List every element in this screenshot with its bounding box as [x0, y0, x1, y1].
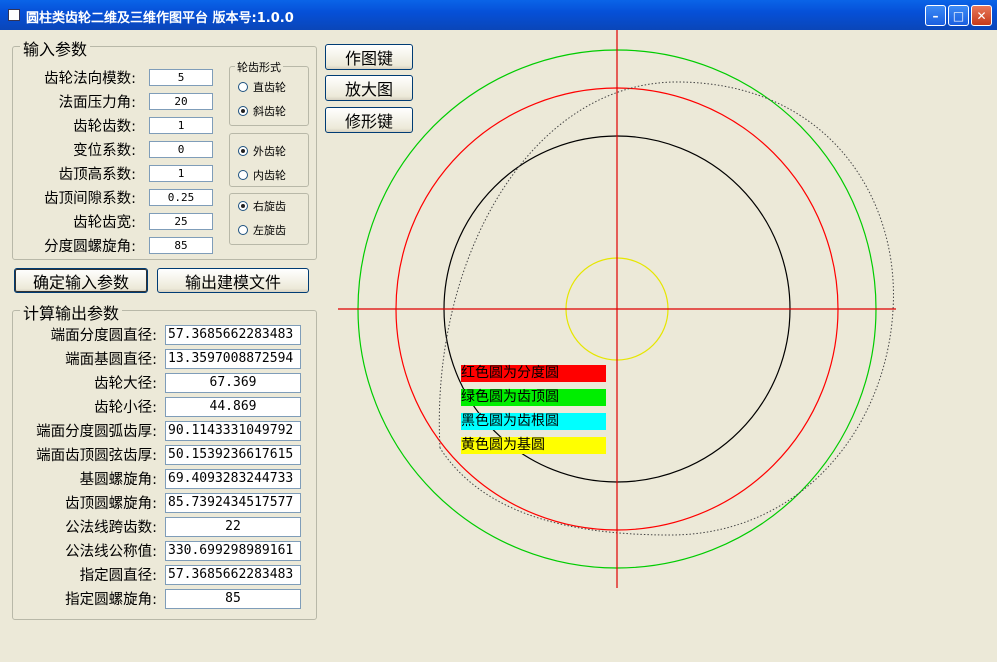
- input-field[interactable]: 20: [149, 93, 213, 110]
- minimize-button[interactable]: –: [925, 5, 946, 26]
- title-bar[interactable]: 圆柱类齿轮二维及三维作图平台 版本号:1.0.0 – □ ✕: [0, 0, 997, 30]
- radio-label: 斜齿轮: [253, 105, 286, 118]
- input-label: 齿顶高系数:: [58, 167, 136, 183]
- input-field[interactable]: 1: [149, 165, 213, 182]
- output-label: 公法线跨齿数:: [65, 520, 157, 536]
- radio-spur-gear[interactable]: 直齿轮: [238, 79, 286, 95]
- output-field[interactable]: 90.1143331049792: [165, 421, 301, 441]
- confirm-params-button[interactable]: 确定输入参数: [14, 268, 148, 293]
- output-field[interactable]: 44.869: [165, 397, 301, 417]
- input-field[interactable]: 0: [149, 141, 213, 158]
- output-label: 齿顶圆螺旋角:: [65, 496, 157, 512]
- radio-label: 内齿轮: [253, 169, 286, 182]
- output-field[interactable]: 57.3685662283483: [165, 565, 301, 585]
- window-title: 圆柱类齿轮二维及三维作图平台 版本号:1.0.0: [26, 11, 294, 26]
- output-field[interactable]: 85: [165, 589, 301, 609]
- output-label: 齿轮小径:: [94, 400, 157, 416]
- output-field[interactable]: 50.1539236617615: [165, 445, 301, 465]
- input-field[interactable]: 0.25: [149, 189, 213, 206]
- radio-left-hand[interactable]: 左旋齿: [238, 222, 286, 238]
- radio-label: 右旋齿: [253, 200, 286, 213]
- input-label: 法面压力角:: [58, 95, 136, 111]
- output-label: 端面基圆直径:: [65, 352, 157, 368]
- input-field[interactable]: 25: [149, 213, 213, 230]
- radio-dot[interactable]: [238, 225, 248, 235]
- input-label: 分度圆螺旋角:: [44, 239, 136, 255]
- output-label: 齿轮大径:: [94, 376, 157, 392]
- color-legend-label: 绿色圆为齿顶圆: [461, 389, 606, 406]
- output-label: 端面齿顶圆弦齿厚:: [36, 448, 157, 464]
- output-field[interactable]: 69.4093283244733: [165, 469, 301, 489]
- input-label: 变位系数:: [73, 143, 136, 159]
- color-legend-label: 黑色圆为齿根圆: [461, 413, 606, 430]
- output-label: 端面分度圆直径:: [50, 328, 157, 344]
- radio-dot[interactable]: [238, 146, 248, 156]
- output-label: 端面分度圆弧齿厚:: [36, 424, 157, 440]
- output-field[interactable]: 13.3597008872594: [165, 349, 301, 369]
- input-field[interactable]: 1: [149, 117, 213, 134]
- output-field[interactable]: 85.7392434517577: [165, 493, 301, 513]
- gear-form-legend: 轮齿形式: [235, 59, 283, 75]
- radio-right-hand[interactable]: 右旋齿: [238, 198, 286, 214]
- input-field[interactable]: 5: [149, 69, 213, 86]
- output-label: 基圆螺旋角:: [79, 472, 157, 488]
- radio-dot[interactable]: [238, 170, 248, 180]
- radio-label: 外齿轮: [253, 145, 286, 158]
- input-label: 齿顶间隙系数:: [44, 191, 136, 207]
- input-label: 齿轮齿宽:: [73, 215, 136, 231]
- radio-helical-gear[interactable]: 斜齿轮: [238, 103, 286, 119]
- radio-dot[interactable]: [238, 106, 248, 116]
- output-field[interactable]: 22: [165, 517, 301, 537]
- input-label: 齿轮齿数:: [73, 119, 136, 135]
- color-legend-label: 红色圆为分度圆: [461, 365, 606, 382]
- radio-label: 直齿轮: [253, 81, 286, 94]
- input-label: 齿轮法向模数:: [44, 71, 136, 87]
- radio-dot[interactable]: [238, 201, 248, 211]
- close-button[interactable]: ✕: [971, 5, 992, 26]
- radio-dot[interactable]: [238, 82, 248, 92]
- output-params-legend: 计算输出参数: [20, 300, 123, 324]
- maximize-button[interactable]: □: [948, 5, 969, 26]
- color-legend-label: 黄色圆为基圆: [461, 437, 606, 454]
- output-field[interactable]: 330.699298989161: [165, 541, 301, 561]
- app-icon[interactable]: [8, 9, 20, 21]
- radio-external-gear[interactable]: 外齿轮: [238, 143, 286, 159]
- output-field[interactable]: 57.3685662283483: [165, 325, 301, 345]
- output-field[interactable]: 67.369: [165, 373, 301, 393]
- gear-drawing-canvas: [338, 30, 896, 588]
- output-label: 指定圆螺旋角:: [65, 592, 157, 608]
- input-params-legend: 输入参数: [20, 36, 91, 60]
- export-model-button[interactable]: 输出建模文件: [157, 268, 309, 293]
- output-label: 指定圆直径:: [79, 568, 157, 584]
- output-label: 公法线公称值:: [65, 544, 157, 560]
- radio-label: 左旋齿: [253, 224, 286, 237]
- input-field[interactable]: 85: [149, 237, 213, 254]
- radio-internal-gear[interactable]: 内齿轮: [238, 167, 286, 183]
